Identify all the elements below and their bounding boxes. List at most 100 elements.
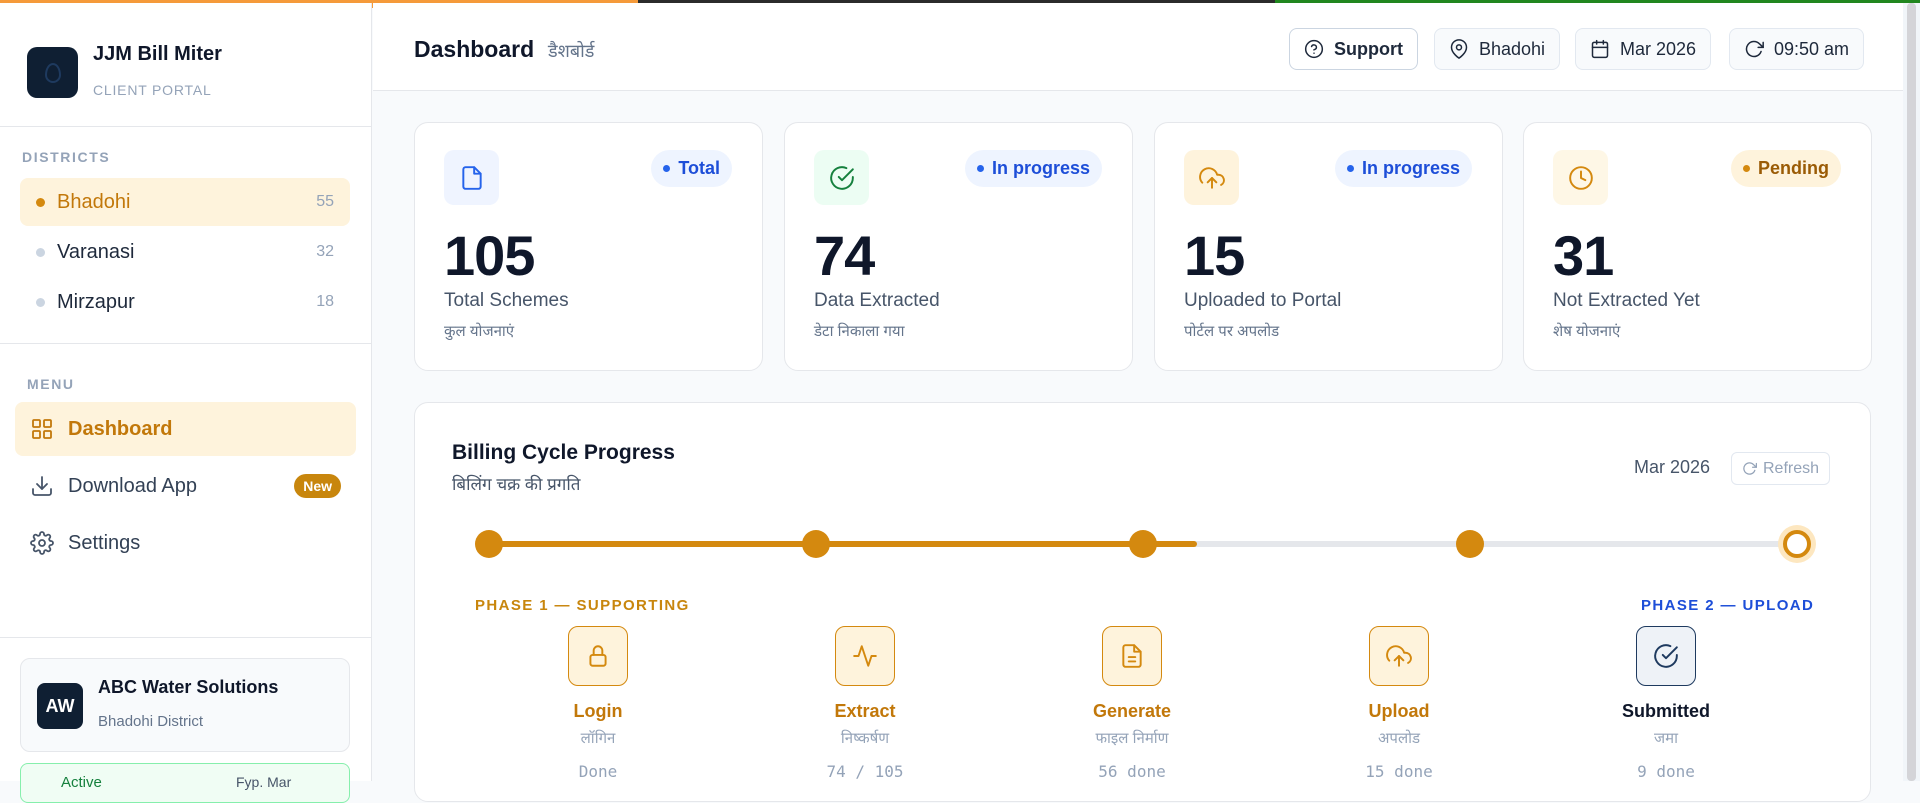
brand-logo-icon — [27, 47, 78, 98]
step-name-hindi: अपलोड — [1377, 730, 1421, 747]
month-button[interactable]: Mar 2026 — [1575, 28, 1712, 70]
new-badge: New — [294, 474, 341, 498]
step-status: Done — [578, 762, 618, 781]
district-name: Varanasi — [57, 240, 135, 263]
page-title-hindi: डैशबोर्ड — [548, 41, 595, 61]
refresh-icon — [1745, 40, 1764, 58]
menu-item-download-app[interactable]: Download App New — [15, 459, 356, 513]
grid-icon — [32, 419, 52, 439]
district-dot-icon — [36, 297, 45, 307]
subscription-status: Active Fyp. Mar — [20, 763, 350, 803]
district-item-mirzapur[interactable]: Mirzapur 18 — [20, 278, 350, 326]
brand-subtitle: CLIENT PORTAL — [93, 82, 212, 98]
activity-icon — [835, 626, 895, 686]
status-pill: Total — [651, 150, 732, 187]
check-circle-icon — [1636, 626, 1696, 686]
month-label: Mar 2026 — [1620, 38, 1697, 59]
lock-icon — [568, 626, 628, 686]
district-count: 55 — [316, 193, 334, 210]
app-root: JJM Bill Miter CLIENT PORTAL DISTRICTS B… — [0, 0, 1920, 803]
client-card[interactable]: AW ABC Water Solutions Bhadohi District — [20, 658, 350, 752]
divider — [0, 343, 372, 344]
menu-item-label: Dashboard — [68, 417, 173, 440]
location-button[interactable]: Bhadohi — [1434, 28, 1561, 70]
district-dot-icon — [36, 247, 45, 257]
refresh-label: Refresh — [1763, 459, 1820, 477]
progress-node-generate — [1129, 530, 1157, 558]
step-status: 15 done — [1365, 762, 1433, 781]
district-item-varanasi[interactable]: Varanasi 32 — [20, 228, 350, 276]
district-count: 18 — [316, 293, 334, 310]
step-name: Login — [573, 701, 623, 721]
refresh-button[interactable]: Refresh — [1731, 452, 1831, 485]
menu-item-dashboard[interactable]: Dashboard — [15, 402, 356, 456]
stat-value: 31 — [1553, 224, 1614, 287]
district-name: Mirzapur — [57, 290, 135, 313]
file-icon — [1102, 626, 1162, 686]
client-avatar: AW — [37, 683, 83, 729]
step-login[interactable]: Login लॉगिन Done — [508, 626, 688, 781]
step-name-hindi: निष्कर्षण — [840, 730, 890, 747]
district-dot-icon — [36, 197, 45, 207]
menu-label: MENU — [27, 376, 75, 392]
districts-label: DISTRICTS — [22, 149, 111, 165]
stat-card-data-extracted[interactable]: In progress 74 Data Extracted डेटा निकाल… — [784, 122, 1133, 371]
stat-label-hindi: शेष योजनाएं — [1553, 323, 1621, 340]
step-name-hindi: फाइल निर्माण — [1095, 730, 1169, 747]
refresh-icon — [1743, 462, 1757, 475]
phase-1-label: PHASE 1 — SUPPORTING — [475, 597, 690, 614]
time-refresh-button[interactable]: 09:50 am — [1729, 28, 1865, 70]
step-name-hindi: लॉगिन — [580, 730, 616, 747]
download-icon — [32, 476, 52, 496]
district-item-bhadohi[interactable]: Bhadohi 55 — [20, 178, 350, 226]
step-name-hindi: जमा — [1654, 730, 1678, 747]
billing-month: Mar 2026 — [1634, 457, 1711, 477]
scrollbar-thumb[interactable] — [1907, 3, 1916, 781]
stat-label-hindi: कुल योजनाएं — [444, 323, 515, 340]
stat-card-not-extracted[interactable]: Pending 31 Not Extracted Yet शेष योजनाएं — [1523, 122, 1872, 371]
calendar-icon — [1591, 39, 1609, 59]
location-label: Bhadohi — [1479, 38, 1546, 59]
support-label: Support — [1334, 38, 1403, 59]
brand-name: JJM Bill Miter — [93, 43, 222, 65]
status-label: Active — [61, 774, 102, 791]
step-extract[interactable]: Extract निष्कर्षण 74 / 105 — [775, 626, 955, 781]
step-status: 56 done — [1098, 762, 1166, 781]
stat-value: 105 — [444, 224, 535, 287]
progress-node-extract — [802, 530, 830, 558]
status-pill: In progress — [1334, 150, 1472, 187]
billing-cycle-card: Billing Cycle Progress बिलिंग चक्र की प्… — [414, 402, 1871, 802]
stat-label: Not Extracted Yet — [1553, 290, 1700, 311]
billing-title: Billing Cycle Progress — [452, 441, 675, 464]
progress-node-submitted — [1783, 530, 1811, 558]
help-circle-icon — [1304, 39, 1324, 59]
gear-icon — [30, 531, 54, 555]
progress-node-upload — [1456, 530, 1484, 558]
menu-item-label: Settings — [68, 531, 141, 554]
district-name: Bhadohi — [57, 190, 131, 213]
status-pill: In progress — [964, 150, 1102, 187]
step-name: Generate — [1092, 701, 1172, 721]
step-generate[interactable]: Generate फाइल निर्माण 56 done — [1042, 626, 1222, 781]
clock-icon — [1553, 150, 1608, 205]
step-upload[interactable]: Upload अपलोड 15 done — [1309, 626, 1489, 781]
cloud-upload-icon — [1369, 626, 1429, 686]
document-icon — [444, 150, 499, 205]
stat-card-total-schemes[interactable]: Total 105 Total Schemes कुल योजनाएं — [414, 122, 763, 371]
step-name: Extract — [834, 701, 896, 721]
status-pill: Pending — [1731, 150, 1841, 187]
step-status: 74 / 105 — [826, 762, 904, 781]
step-submitted[interactable]: Submitted जमा 9 done — [1576, 626, 1756, 781]
pill-label: Total — [678, 158, 720, 178]
sidebar: JJM Bill Miter CLIENT PORTAL DISTRICTS B… — [0, 3, 372, 803]
stat-label: Data Extracted — [814, 290, 940, 311]
check-circle-icon — [814, 150, 869, 205]
support-button[interactable]: Support — [1289, 28, 1418, 70]
client-name: ABC Water Solutions — [98, 677, 279, 697]
client-district: Bhadohi District — [98, 713, 204, 730]
stat-value: 74 — [814, 224, 875, 287]
stat-card-uploaded[interactable]: In progress 15 Uploaded to Portal पोर्टल… — [1154, 122, 1503, 371]
pill-label: Pending — [1758, 158, 1829, 178]
time-label: 09:50 am — [1774, 38, 1850, 59]
menu-item-settings[interactable]: Settings — [15, 516, 356, 570]
